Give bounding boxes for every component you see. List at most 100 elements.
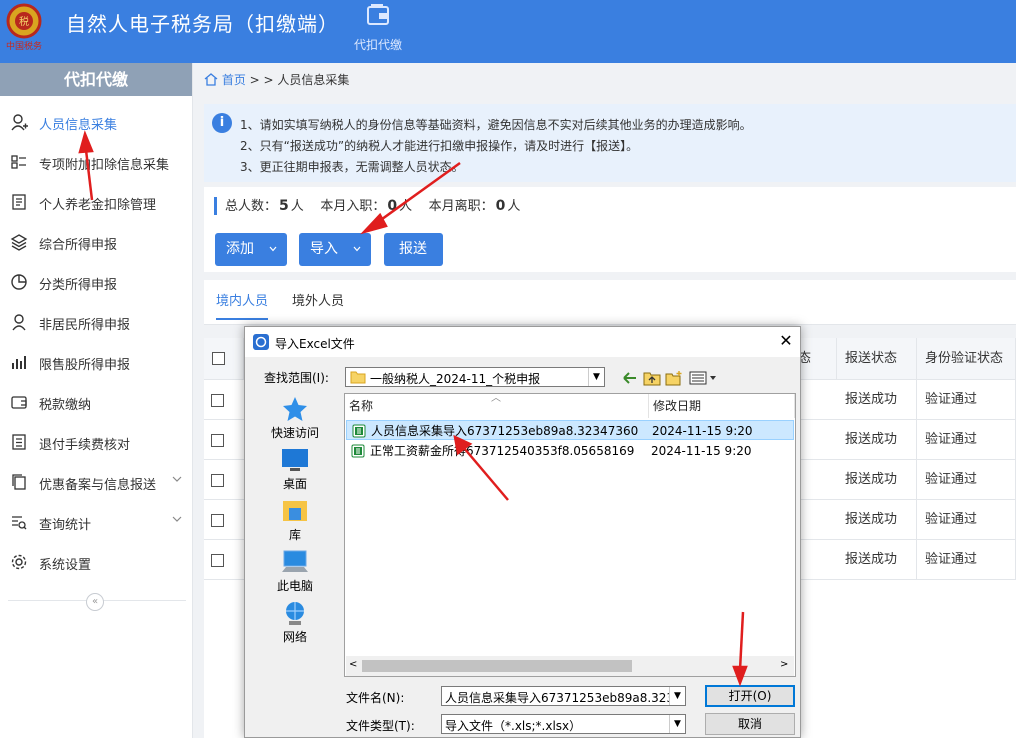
submit-report-button[interactable]: 报送 bbox=[384, 233, 443, 266]
select-all-header bbox=[204, 338, 244, 380]
layers-icon bbox=[10, 234, 28, 251]
sidebar-item[interactable]: 限售股所得申报 bbox=[0, 343, 193, 383]
cell-verify-status: 验证通过 bbox=[917, 420, 1016, 460]
col-header-verify-status: 身份验证状态 bbox=[917, 338, 1016, 380]
file-row[interactable]: 正常工资薪金所得673712540353f8.05658169 2024-11-1… bbox=[346, 441, 794, 461]
computer-icon bbox=[282, 550, 308, 572]
breadcrumb-home[interactable]: 首页 bbox=[222, 73, 246, 87]
sidebar-item[interactable]: 专项附加扣除信息采集 bbox=[0, 143, 193, 183]
chevron-down-icon bbox=[269, 246, 277, 252]
place-desktop[interactable]: 桌面 bbox=[261, 444, 329, 494]
sidebar-item-label: 查询统计 bbox=[39, 518, 92, 533]
scroll-thumb[interactable] bbox=[362, 660, 632, 672]
total-label: 总人数： bbox=[225, 199, 278, 214]
chevron-down-icon[interactable]: ▼ bbox=[588, 368, 604, 386]
file-row[interactable]: 人员信息采集导入67371253eb89a8.32347360 2024-11-1… bbox=[346, 420, 794, 440]
sidebar-item[interactable]: 分类所得申报 bbox=[0, 263, 193, 303]
chevron-down-icon[interactable] bbox=[172, 514, 182, 524]
nav-tab-withholding[interactable]: 代扣代缴 bbox=[346, 0, 410, 63]
cell-verify-status: 验证通过 bbox=[917, 460, 1016, 500]
row-checkbox[interactable] bbox=[211, 554, 224, 567]
home-icon bbox=[204, 73, 218, 86]
sidebar-item[interactable]: 优惠备案与信息报送 bbox=[0, 463, 193, 503]
view-menu-icon[interactable] bbox=[689, 370, 719, 386]
look-in-combo[interactable]: 一般纳税人_2024-11_个税申报 ▼ bbox=[345, 367, 605, 387]
sidebar-item[interactable]: 退付手续费核对 bbox=[0, 423, 193, 463]
place-label: 网络 bbox=[282, 630, 307, 644]
new-folder-icon[interactable] bbox=[665, 370, 683, 386]
scroll-left-icon[interactable]: < bbox=[349, 659, 357, 670]
col-header-date[interactable]: 修改日期 bbox=[649, 394, 795, 418]
sidebar-item[interactable]: 税款缴纳 bbox=[0, 383, 193, 423]
place-library[interactable]: 库 bbox=[261, 495, 329, 545]
notice-line-1: 1、请如实填写纳税人的身份信息等基础资料，避免因信息不实对后续其他业务的办理造成… bbox=[240, 118, 752, 132]
row-checkbox[interactable] bbox=[211, 394, 224, 407]
dialog-titlebar: 导入Excel文件 ✕ bbox=[245, 327, 800, 357]
sidebar: 代扣代缴 人员信息采集 专项附加扣除信息采集 个人养老金扣除管理 综合所得申报 分类所得… bbox=[0, 63, 193, 738]
import-button[interactable]: 导入 bbox=[299, 233, 371, 266]
sidebar-item-label: 退付手续费核对 bbox=[39, 438, 131, 453]
cell-report-status: 报送成功 bbox=[837, 500, 917, 540]
file-date: 2024-11-15 9:20 bbox=[652, 424, 753, 438]
desktop-icon bbox=[282, 449, 308, 471]
personnel-tabs: 境内人员 境外人员 bbox=[204, 280, 1016, 325]
open-button[interactable]: 打开(O) bbox=[705, 685, 795, 707]
unit-label: 人 bbox=[290, 199, 304, 214]
select-all-checkbox[interactable] bbox=[212, 352, 225, 365]
place-network[interactable]: 网络 bbox=[261, 597, 329, 647]
add-button-label: 添加 bbox=[226, 241, 254, 257]
sidebar-item-label: 非居民所得申报 bbox=[39, 318, 131, 333]
scroll-right-icon[interactable]: > bbox=[780, 659, 788, 670]
place-label: 快速访问 bbox=[270, 426, 319, 440]
folder-icon bbox=[350, 371, 366, 384]
notice-line-2: 2、只有“报送成功”的纳税人才能进行扣缴申报操作，请及时进行【报送】。 bbox=[240, 139, 639, 153]
back-arrow-icon[interactable] bbox=[621, 370, 639, 386]
copy-icon bbox=[12, 474, 26, 490]
tab-domestic[interactable]: 境内人员 bbox=[216, 290, 269, 320]
checklist-icon bbox=[12, 434, 26, 450]
notice-line-3: 3、更正往期申报表，无需调整人员状态。 bbox=[240, 160, 464, 174]
chevron-down-icon[interactable]: ▼ bbox=[669, 715, 685, 733]
breadcrumb-current: 人员信息采集 bbox=[277, 73, 350, 87]
sidebar-item-label: 系统设置 bbox=[39, 558, 92, 573]
add-button[interactable]: 添加 bbox=[215, 233, 287, 266]
place-label: 此电脑 bbox=[276, 579, 313, 593]
dialog-title: 导入Excel文件 bbox=[275, 337, 355, 351]
action-card: 总人数： 5 人 本月入职： 0 人 本月离职： 0 人 添加 导入 报送 bbox=[204, 187, 1016, 272]
cell-report-status: 报送成功 bbox=[837, 460, 917, 500]
cancel-button[interactable]: 取消 bbox=[705, 713, 795, 735]
filetype-select[interactable]: 导入文件（*.xls;*.xlsx） ▼ bbox=[441, 714, 686, 734]
place-computer[interactable]: 此电脑 bbox=[261, 546, 329, 596]
horizontal-scrollbar[interactable]: < > bbox=[346, 656, 794, 676]
row-checkbox[interactable] bbox=[211, 514, 224, 527]
filename-label: 文件名(N): bbox=[346, 691, 405, 705]
sidebar-item[interactable]: 个人养老金扣除管理 bbox=[0, 183, 193, 223]
cell-report-status: 报送成功 bbox=[837, 420, 917, 460]
chevron-down-icon[interactable]: ▼ bbox=[669, 687, 685, 705]
place-star[interactable]: 快速访问 bbox=[261, 393, 329, 443]
filename-input[interactable]: 人员信息采集导入67371253eb89a8.3234736 ▼ bbox=[441, 686, 686, 706]
cell-report-status: 报送成功 bbox=[837, 540, 917, 580]
tab-foreign[interactable]: 境外人员 bbox=[292, 290, 344, 318]
sidebar-item[interactable]: 查询统计 bbox=[0, 503, 193, 543]
up-folder-icon[interactable] bbox=[643, 370, 661, 386]
row-checkbox[interactable] bbox=[211, 434, 224, 447]
sidebar-item[interactable]: 系统设置 bbox=[0, 543, 193, 583]
collapse-sidebar-button[interactable]: « bbox=[86, 593, 104, 611]
sidebar-item[interactable]: 综合所得申报 bbox=[0, 223, 193, 263]
notice-panel: i 1、请如实填写纳税人的身份信息等基础资料，避免因信息不实对后续其他业务的办理… bbox=[204, 104, 1016, 182]
sidebar-item[interactable]: 人员信息采集 bbox=[0, 103, 193, 143]
app-header: 税 中国税务 自然人电子税务局（扣缴端） 代扣代缴 bbox=[0, 0, 1016, 63]
chevron-down-icon[interactable] bbox=[172, 474, 182, 484]
sidebar-item[interactable]: 非居民所得申报 bbox=[0, 303, 193, 343]
import-button-label: 导入 bbox=[310, 241, 338, 257]
sidebar-item-label: 分类所得申报 bbox=[39, 278, 118, 293]
close-icon[interactable]: ✕ bbox=[777, 332, 795, 350]
unit-label: 人 bbox=[507, 199, 521, 214]
wallet-icon bbox=[11, 396, 27, 409]
col-header-name[interactable]: 名称 ︿ bbox=[345, 393, 649, 418]
file-name: 正常工资薪金所得673712540353f8.05658169 bbox=[370, 444, 635, 458]
import-excel-dialog: 导入Excel文件 ✕ 查找范围(I): 一般纳税人_2024-11_个税申报 … bbox=[244, 326, 801, 738]
row-checkbox[interactable] bbox=[211, 474, 224, 487]
file-date: 2024-11-15 9:20 bbox=[651, 444, 752, 458]
